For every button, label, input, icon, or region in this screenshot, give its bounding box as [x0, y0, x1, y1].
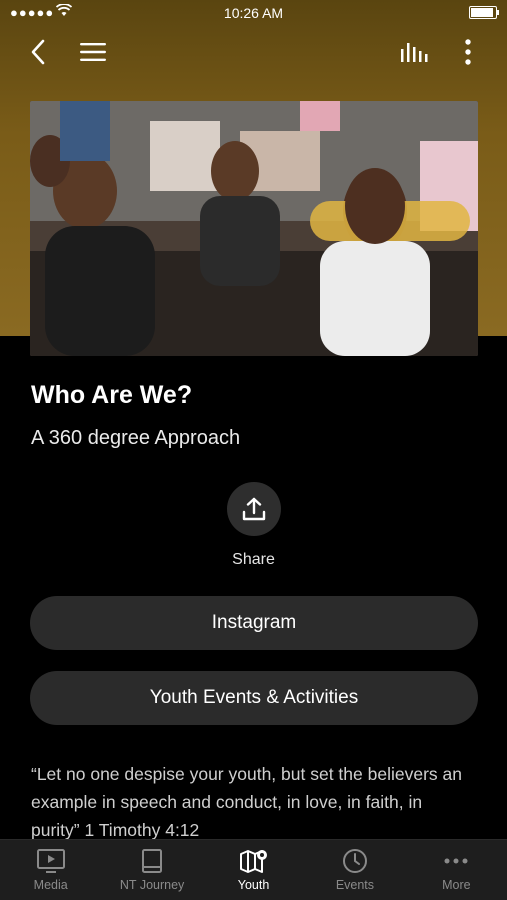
- tab-label: Media: [33, 878, 68, 892]
- tab-label: NT Journey: [119, 878, 185, 892]
- tab-media[interactable]: Media: [0, 840, 101, 900]
- scripture-verse: “Let no one despise your youth, but set …: [31, 764, 462, 840]
- youth-events-button[interactable]: Youth Events & Activities: [30, 671, 478, 725]
- status-bar: ●●●●● 10:26 AM: [0, 0, 507, 26]
- top-nav: [0, 34, 507, 70]
- tv-play-icon: [36, 849, 65, 873]
- tab-youth[interactable]: Youth: [203, 840, 304, 900]
- map-pin-icon: [239, 850, 267, 873]
- share-label: Share: [232, 551, 275, 568]
- share-icon: [242, 497, 265, 521]
- battery-icon: [469, 6, 499, 19]
- status-time: 10:26 AM: [223, 5, 284, 21]
- tab-nt-journey[interactable]: NT Journey: [101, 840, 202, 900]
- tab-label: Youth: [237, 878, 270, 892]
- tab-label: More: [442, 878, 471, 892]
- share-button[interactable]: [226, 482, 281, 536]
- tab-more[interactable]: More: [406, 840, 507, 900]
- book-icon: [142, 849, 163, 873]
- bottom-tab-bar: Media NT Journey Youth Events More: [0, 839, 507, 900]
- hamburger-menu-icon[interactable]: [75, 34, 111, 70]
- tab-label: Events: [335, 878, 375, 892]
- tab-events[interactable]: Events: [304, 840, 405, 900]
- page-title: Who Are We?: [31, 381, 193, 409]
- back-icon[interactable]: [20, 34, 56, 70]
- clock-icon: [342, 849, 367, 873]
- equalizer-icon[interactable]: [396, 34, 432, 70]
- dots-icon: [444, 858, 468, 864]
- hero-image: [30, 101, 478, 356]
- page-subtitle: A 360 degree Approach: [31, 427, 241, 449]
- more-vertical-icon[interactable]: [450, 34, 486, 70]
- share-section: Share: [0, 482, 507, 569]
- instagram-button[interactable]: Instagram: [30, 596, 478, 650]
